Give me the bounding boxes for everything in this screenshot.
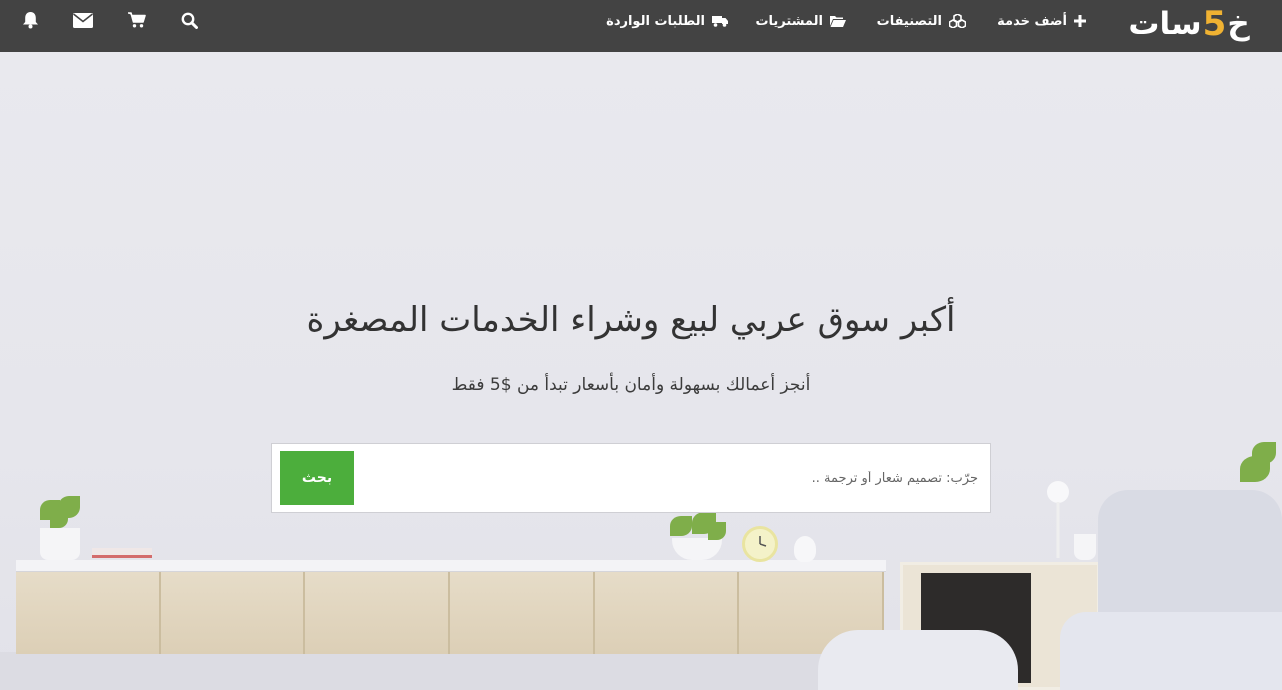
search-button-nav[interactable] bbox=[178, 11, 200, 33]
armchair-seat bbox=[1060, 612, 1282, 690]
wall-clock bbox=[742, 526, 778, 562]
plant-leaf bbox=[670, 516, 692, 536]
cart-icon bbox=[128, 12, 146, 32]
logo-digit: 5 bbox=[1202, 4, 1227, 44]
search-box: بحث bbox=[271, 443, 991, 513]
search-icon bbox=[181, 12, 198, 33]
top-navigation-bar: خ 5 سات أضف خدمة التصنيفات المشتريات الط… bbox=[0, 0, 1282, 52]
nav-incoming-requests[interactable]: الطلبات الواردة bbox=[606, 0, 728, 42]
bell-icon bbox=[22, 11, 39, 33]
nav-categories-label: التصنيفات bbox=[876, 13, 942, 29]
cabinet-drawer bbox=[594, 572, 740, 654]
table-lamp bbox=[1044, 480, 1072, 560]
cabinet-drawer bbox=[16, 572, 161, 654]
logo-text-start: خ bbox=[1227, 6, 1250, 42]
cubes-icon bbox=[949, 14, 966, 28]
truck-icon bbox=[712, 15, 728, 27]
folder-open-icon bbox=[830, 15, 846, 27]
hero-section: أكبر سوق عربي لبيع وشراء الخدمات المصغرة… bbox=[0, 52, 1282, 690]
book-stack bbox=[92, 548, 152, 558]
nav-purchases[interactable]: المشتريات bbox=[755, 0, 846, 42]
messages-button[interactable] bbox=[72, 11, 94, 33]
nav-add-service[interactable]: أضف خدمة bbox=[997, 0, 1086, 42]
plus-icon bbox=[1074, 15, 1086, 27]
cabinet-drawer bbox=[305, 572, 451, 654]
site-logo[interactable]: خ 5 سات bbox=[1116, 4, 1262, 44]
nav-incoming-requests-label: الطلبات الواردة bbox=[606, 13, 705, 29]
nav-add-service-label: أضف خدمة bbox=[997, 13, 1067, 29]
pouf bbox=[818, 630, 1018, 690]
cart-button[interactable] bbox=[126, 11, 148, 33]
wooden-cabinet bbox=[16, 572, 885, 654]
plant-pot-right bbox=[1074, 534, 1096, 560]
logo-text-end: سات bbox=[1128, 6, 1202, 42]
plant-leaf bbox=[50, 510, 68, 528]
plant-leaf bbox=[708, 522, 726, 540]
nav-categories[interactable]: التصنيفات bbox=[877, 0, 966, 42]
search-submit-button[interactable]: بحث bbox=[280, 451, 354, 505]
plant-pot-left bbox=[40, 528, 80, 560]
cabinet-drawer bbox=[450, 572, 595, 654]
plant-pot-center bbox=[672, 538, 722, 560]
nav-purchases-label: المشتريات bbox=[755, 13, 823, 29]
vase bbox=[794, 536, 816, 562]
plant-leaf bbox=[1252, 442, 1276, 464]
hero-subtitle: أنجز أعمالك بسهولة وأمان بأسعار تبدأ من … bbox=[451, 375, 811, 395]
cabinet-drawer bbox=[160, 572, 306, 654]
search-input[interactable] bbox=[378, 451, 978, 505]
hero-title: أكبر سوق عربي لبيع وشراء الخدمات المصغرة bbox=[306, 300, 956, 340]
cabinet-top bbox=[16, 560, 886, 572]
envelope-icon bbox=[73, 12, 93, 32]
notifications-button[interactable] bbox=[19, 11, 41, 33]
